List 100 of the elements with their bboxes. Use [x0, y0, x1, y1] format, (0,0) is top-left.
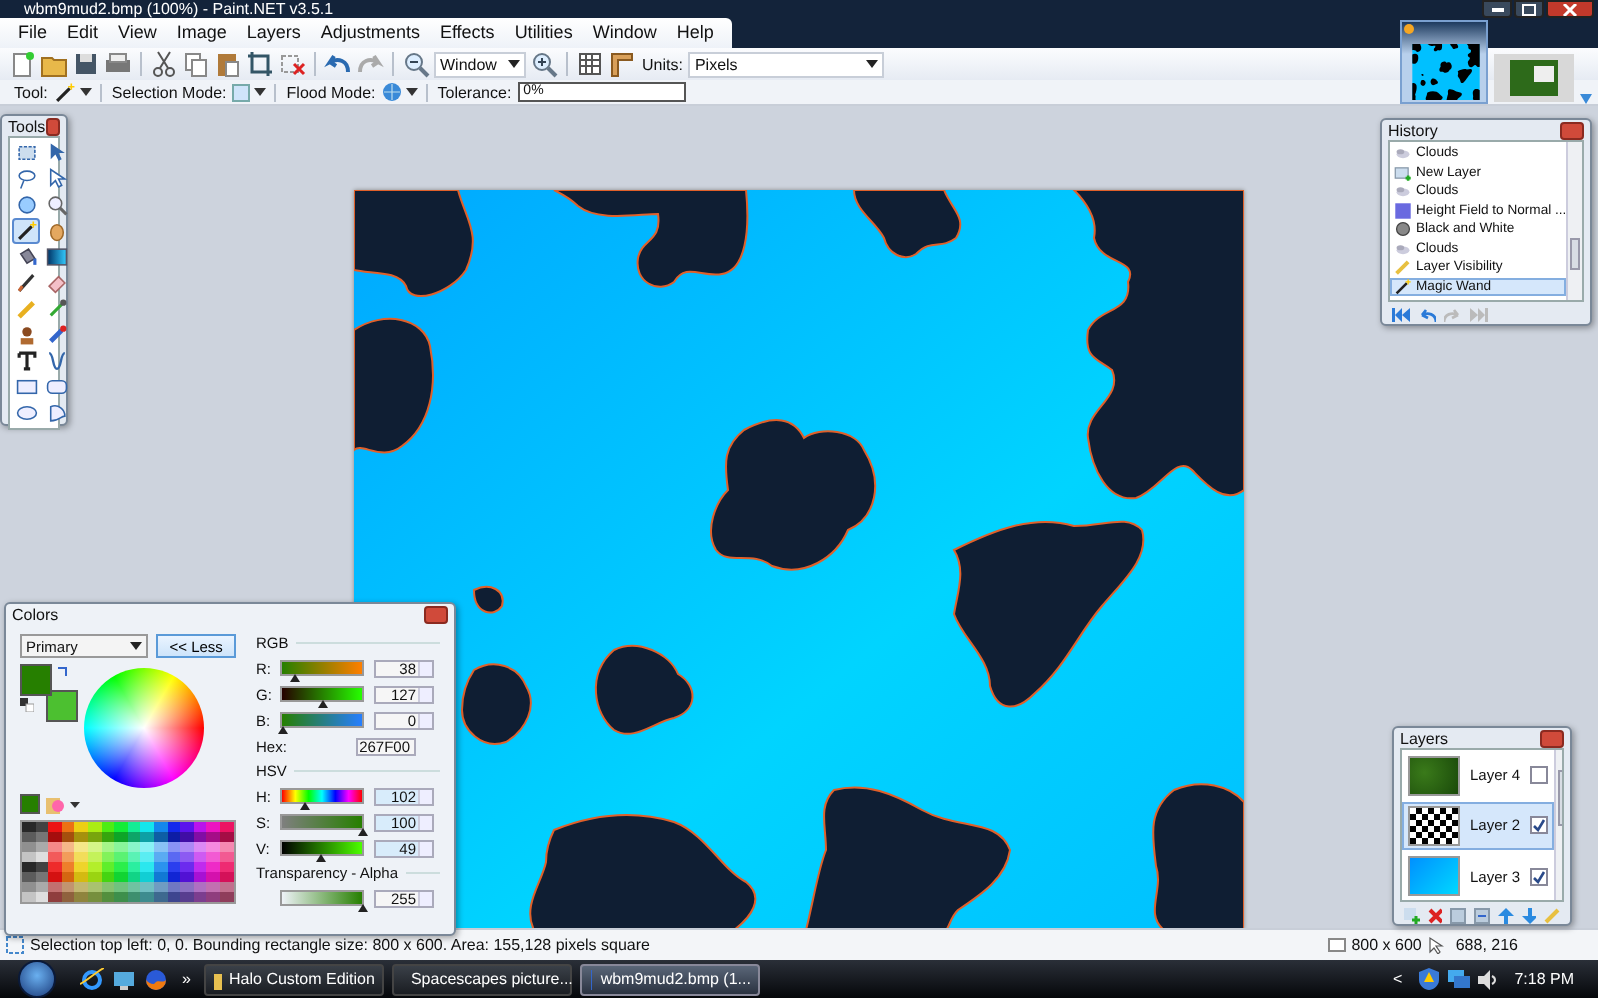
menu-item[interactable]: View: [108, 18, 167, 48]
start-button[interactable]: [18, 960, 56, 998]
up-arrow-icon[interactable]: [1497, 908, 1514, 924]
scrollbar[interactable]: [1554, 750, 1562, 900]
tool-button[interactable]: [12, 270, 40, 296]
window-title: wbm9mud2.bmp (100%) - Paint.NET v3.5.1: [22, 0, 334, 18]
visibility-checkbox[interactable]: [1530, 867, 1549, 886]
selection-icon: [6, 936, 24, 954]
reset-colors-icon[interactable]: [20, 698, 34, 712]
tool-button[interactable]: [42, 244, 70, 270]
close-button[interactable]: [1540, 729, 1564, 747]
tool-button[interactable]: [12, 218, 40, 244]
paste-icon[interactable]: [214, 50, 242, 78]
save-icon[interactable]: [72, 50, 100, 78]
slider-thumb[interactable]: [357, 828, 367, 836]
properties-icon[interactable]: [1474, 908, 1490, 924]
visibility-checkbox[interactable]: [1530, 816, 1549, 835]
close-icon: [1562, 3, 1578, 15]
minimize-button[interactable]: [1482, 0, 1512, 18]
add-layer-icon[interactable]: [1404, 908, 1420, 924]
grid-icon[interactable]: [576, 50, 604, 78]
units-dropdown[interactable]: Pixels: [688, 51, 885, 77]
network-icon[interactable]: [1448, 968, 1471, 990]
document-tab[interactable]: [1400, 20, 1488, 104]
clock: 7:18 PM: [1514, 970, 1574, 988]
new-file-icon[interactable]: [8, 50, 36, 78]
zoom-out-icon[interactable]: [402, 50, 430, 78]
restore-button[interactable]: [1514, 0, 1544, 18]
close-button[interactable]: [1546, 0, 1594, 18]
menu-item[interactable]: Help: [666, 18, 724, 48]
taskbar-button[interactable]: wbm9mud2.bmp (1...: [580, 963, 761, 995]
rewind-icon[interactable]: [1392, 308, 1410, 322]
visibility-icon: [1394, 258, 1412, 277]
menu-item[interactable]: Edit: [57, 18, 109, 48]
down-arrow-icon[interactable]: [1521, 908, 1537, 924]
stamp-icon: [15, 324, 37, 346]
tool-button[interactable]: [12, 348, 40, 374]
visibility-checkbox[interactable]: [1530, 766, 1549, 785]
crop-icon[interactable]: [246, 50, 274, 78]
image-size-icon: [1327, 936, 1346, 954]
alpha-slider[interactable]: [280, 890, 364, 906]
hand-icon: [45, 220, 67, 242]
browser-e-icon[interactable]: [80, 967, 104, 991]
document-thumbnail[interactable]: [1494, 54, 1574, 102]
color-slider[interactable]: [280, 814, 364, 830]
color-palette-icon[interactable]: [46, 795, 64, 813]
menu-item[interactable]: File: [8, 18, 58, 48]
menu-item[interactable]: Utilities: [504, 18, 583, 48]
undo-icon[interactable]: [1418, 308, 1436, 322]
dropdown-arrow-icon[interactable]: [254, 88, 267, 96]
color-slider[interactable]: [280, 712, 364, 728]
print-icon[interactable]: [104, 50, 132, 78]
dropdown-arrow-icon[interactable]: [405, 88, 418, 96]
cursor-icon: [1427, 936, 1446, 954]
slider-thumb[interactable]: [277, 726, 287, 734]
taskbar-button[interactable]: Spacescapes picture...: [392, 963, 573, 995]
close-button[interactable]: [1560, 121, 1584, 139]
magic-wand-icon[interactable]: [53, 81, 76, 103]
menu-item[interactable]: Layers: [236, 18, 311, 48]
menu-item[interactable]: Window: [582, 18, 667, 48]
layer-thumbnail: [1408, 805, 1460, 846]
taskbar-button[interactable]: Halo Custom Edition: [204, 963, 385, 995]
delete-icon[interactable]: [1427, 908, 1443, 924]
zoom-dropdown[interactable]: Window: [434, 51, 526, 77]
color-palette[interactable]: [20, 820, 236, 904]
new-layer-icon: [1394, 163, 1412, 182]
rectangle-icon: [15, 376, 37, 398]
ellipse-select-icon: [15, 194, 37, 216]
deselect-icon[interactable]: [278, 50, 306, 78]
eraser-icon: [45, 272, 67, 294]
close-button[interactable]: [424, 605, 448, 623]
dropdown-arrow-icon[interactable]: [70, 801, 80, 807]
shield-icon[interactable]: [1418, 968, 1441, 990]
speaker-icon[interactable]: [1478, 969, 1499, 989]
scrollbar[interactable]: [1566, 142, 1582, 300]
scissors-icon[interactable]: [150, 50, 178, 78]
color-slider[interactable]: [280, 660, 364, 676]
fox-globe-icon[interactable]: [144, 967, 168, 991]
more-button[interactable]: »: [182, 970, 191, 988]
color-slider[interactable]: [280, 686, 364, 702]
network-icon[interactable]: [112, 967, 136, 991]
rect-select-icon: [15, 142, 37, 164]
secondary-color-swatch[interactable]: [46, 690, 78, 722]
unsaved-dot-icon: [1404, 24, 1414, 34]
copy-icon[interactable]: [182, 50, 210, 78]
check-icon: [1532, 869, 1547, 884]
zoom-in-icon[interactable]: [530, 50, 558, 78]
color-swatch[interactable]: [20, 794, 40, 814]
dropdown-arrow-icon: [508, 60, 520, 68]
undo-icon[interactable]: [324, 50, 352, 78]
color-slider[interactable]: [280, 840, 364, 856]
menu-item[interactable]: Effects: [429, 18, 505, 48]
dropdown-arrow-icon[interactable]: [79, 88, 92, 96]
menu-item[interactable]: Adjustments: [310, 18, 430, 48]
slider-thumb[interactable]: [357, 904, 367, 912]
tray-expand-button[interactable]: <: [1393, 970, 1403, 988]
primary-color-swatch[interactable]: [20, 664, 52, 696]
close-button[interactable]: [45, 117, 60, 135]
menu-item[interactable]: Image: [166, 18, 237, 48]
color-slider[interactable]: [280, 788, 364, 804]
